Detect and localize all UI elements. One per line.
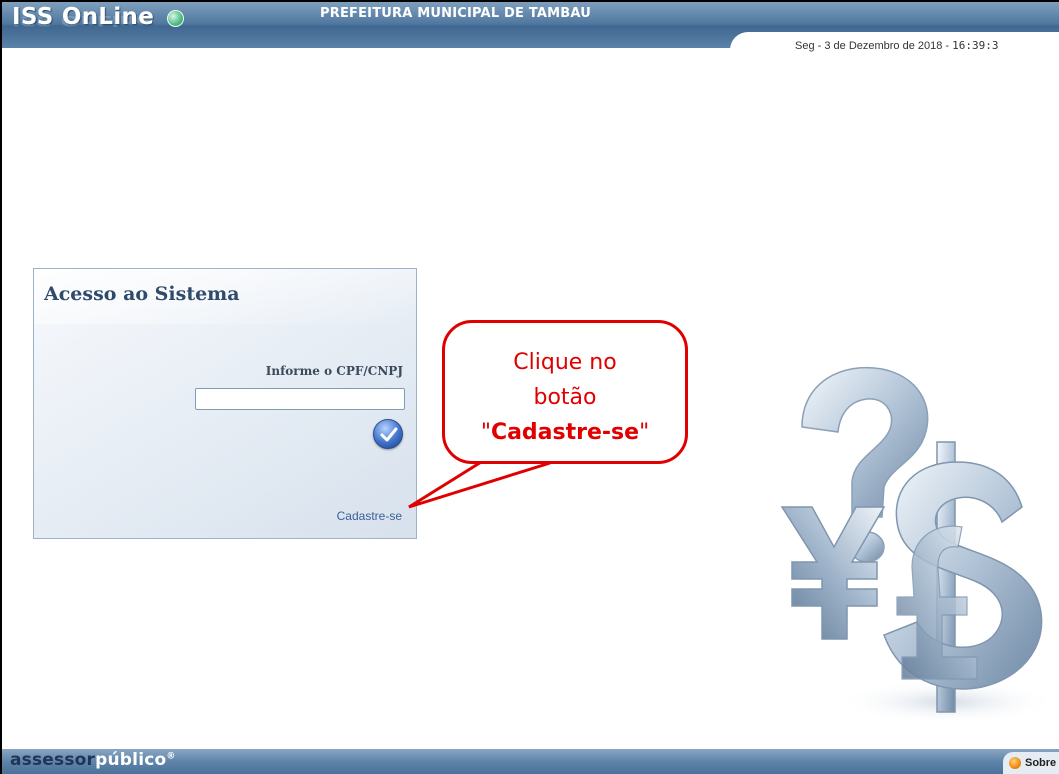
cpf-cnpj-label: Informe o CPF/CNPJ (265, 364, 403, 378)
callout-text: Clique no botão "Cadastre-se" (445, 345, 685, 450)
callout-line-3: "Cadastre-se" (445, 415, 685, 450)
info-icon (1009, 757, 1021, 769)
instruction-callout: Clique no botão "Cadastre-se" (442, 320, 688, 464)
login-panel: Acesso ao Sistema Informe o CPF/CNPJ Cad… (33, 268, 417, 539)
callout-quote-close: " (639, 420, 650, 445)
callout-emphasis: Cadastre-se (490, 420, 640, 445)
top-header: ISS OnLine ISS OnLine PREFEITURA MUNICIP… (2, 2, 1059, 52)
date-label: Seg - 3 de Dezembro de 2018 - (795, 40, 950, 52)
footer-logo-dark: assessor (10, 750, 96, 770)
date-display: Seg - 3 de Dezembro de 2018 - 16:39:3 (795, 39, 999, 52)
callout-line-2: botão (533, 385, 597, 410)
callout-line-1: Clique no (513, 350, 617, 375)
footer-logo: assessorpúblico® (10, 750, 176, 770)
about-label: Sobre (1025, 757, 1057, 769)
confirm-button[interactable] (373, 419, 403, 449)
footer-logo-light: público (95, 750, 167, 770)
currency-symbols-illustration (780, 366, 1057, 724)
callout-quote-open: " (480, 420, 491, 445)
about-button[interactable]: Sobre (1003, 752, 1059, 774)
page-frame: ISS OnLine ISS OnLine PREFEITURA MUNICIP… (0, 0, 1059, 774)
clock-display: 16:39:3 (952, 39, 999, 52)
bottom-footer: assessorpúblico® Sobre (2, 749, 1059, 774)
app-logo-reflection: ISS OnLine (12, 12, 152, 28)
checkmark-icon (380, 427, 398, 442)
cpf-cnpj-input[interactable] (195, 388, 405, 410)
globe-icon (167, 10, 184, 27)
login-title: Acesso ao Sistema (44, 283, 240, 305)
municipality-title: PREFEITURA MUNICIPAL DE TAMBAU (320, 6, 592, 21)
register-link[interactable]: Cadastre-se (337, 509, 402, 523)
registered-mark: ® (166, 751, 176, 762)
